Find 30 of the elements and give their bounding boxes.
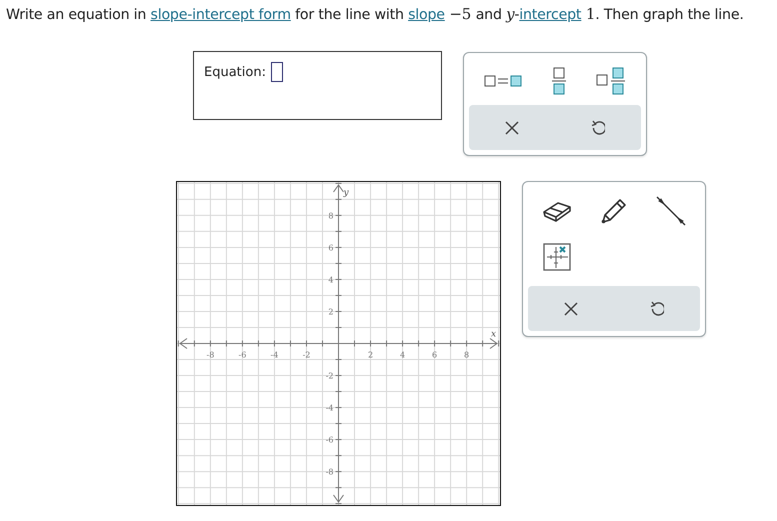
y-tick-label: -8 [326, 468, 334, 477]
y-tick-label: -6 [326, 436, 334, 445]
x-tick-label: 8 [464, 350, 470, 360]
x-tick-label: 2 [368, 350, 374, 360]
y-axis-label: y [344, 188, 349, 198]
y-tick-label: -2 [326, 372, 334, 381]
x-tick-label: 6 [432, 350, 438, 360]
x-tick-label: -2 [302, 350, 310, 360]
glossary-link[interactable]: slope [408, 7, 445, 23]
equation-label: Equation: [204, 64, 266, 82]
glossary-link[interactable]: slope-intercept form [150, 7, 291, 23]
undo-icon [591, 120, 605, 136]
x-tick-label: 4 [400, 350, 406, 360]
close-icon [505, 120, 519, 134]
answer-box[interactable] [270, 62, 283, 82]
y-tick-label: 4 [328, 275, 334, 284]
y-tick-label: 6 [328, 243, 334, 252]
close-icon [564, 302, 578, 316]
y-tick-label: -4 [326, 404, 334, 413]
undo-icon [650, 300, 664, 316]
glossary-link[interactable]: intercept [519, 7, 582, 23]
x-tick-label: -6 [238, 350, 246, 360]
question-text: Write an equation in slope-intercept form for the line with slope −5 and y-intercept 1. Then graph the line. [5, 4, 745, 24]
point-tool-button[interactable] [540, 241, 573, 273]
coordinate-grid[interactable]: -8 -6 -4 -2 2 4 6 8 8 6 4 2 -2 -4 -6 -8 x y [176, 181, 501, 506]
x-tick-label: -4 [270, 350, 278, 360]
x-axis-label: x [491, 330, 496, 340]
x-tick-label: -8 [206, 350, 214, 360]
y-tick-label: 8 [328, 211, 334, 220]
y-tick-label: 2 [328, 307, 334, 316]
